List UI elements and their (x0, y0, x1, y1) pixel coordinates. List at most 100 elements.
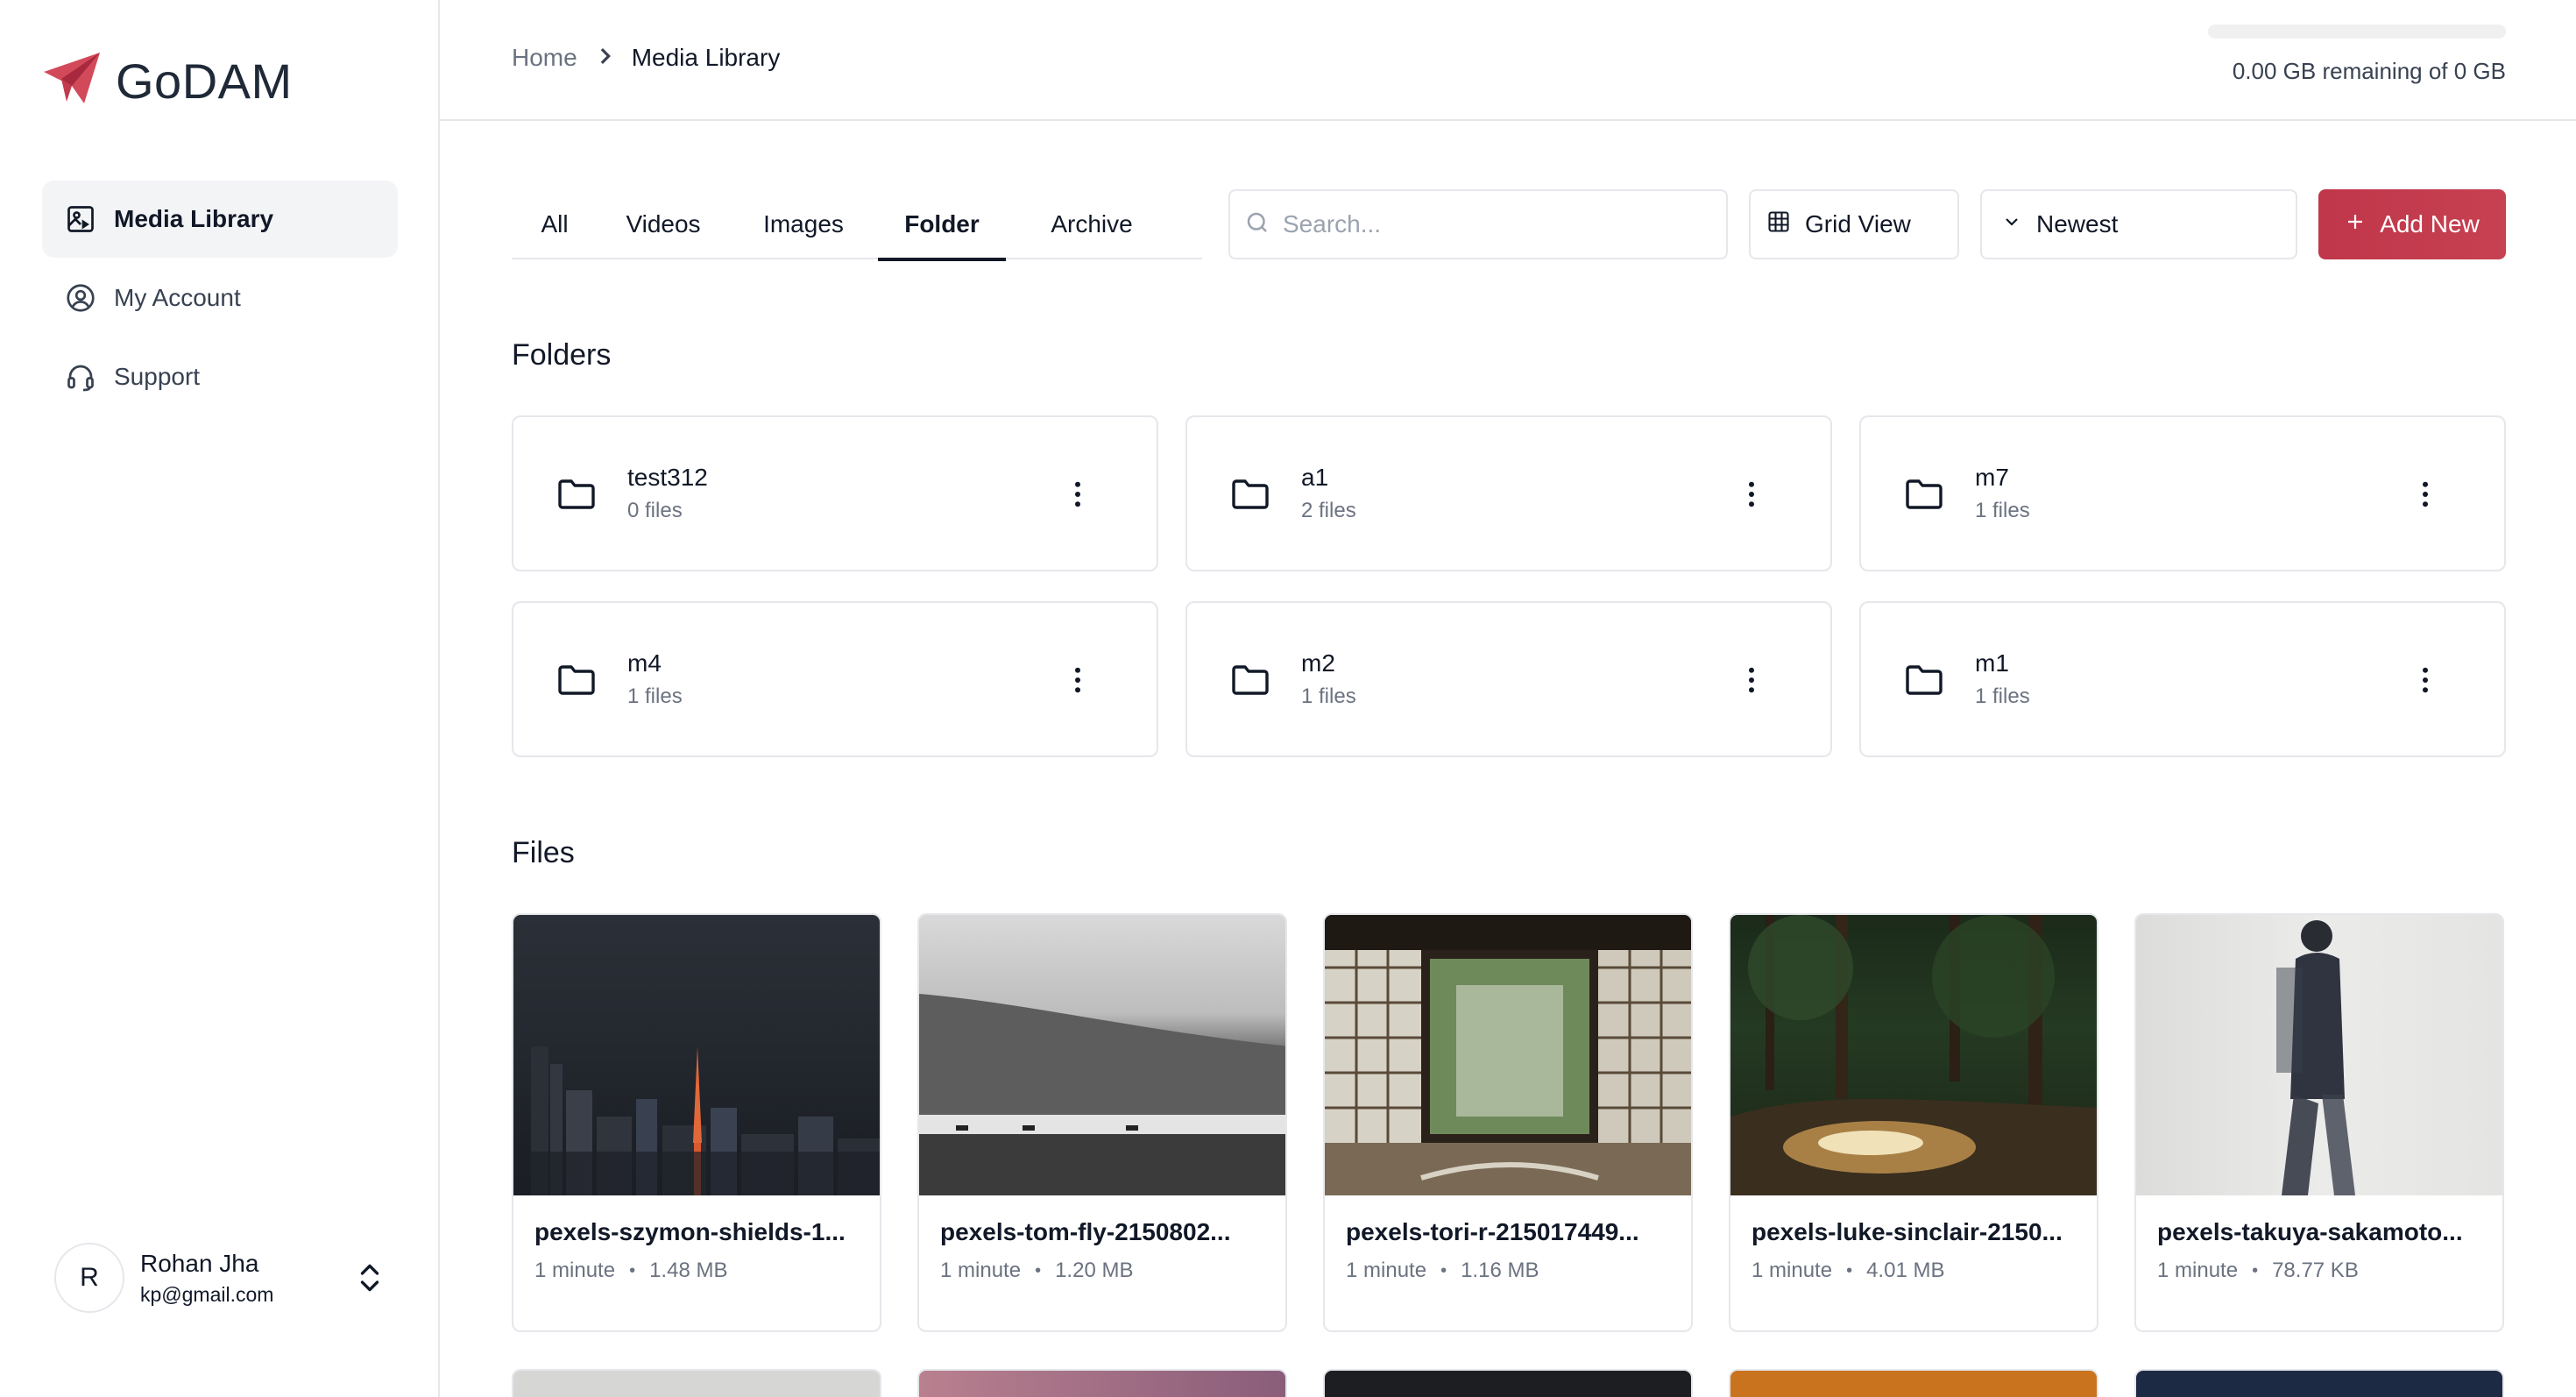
file-meta: 1 minute • 4.01 MB (1730, 1246, 2097, 1283)
user-circle-icon (63, 280, 98, 316)
folder-name: m4 (627, 649, 662, 677)
folder-file-count: 0 files (627, 499, 683, 522)
user-email: kp@gmail.com (140, 1282, 274, 1306)
file-card[interactable]: pexels-luke-sinclair-2150... 1 minute • … (1729, 913, 2098, 1332)
file-name: pexels-tori-r-215017449... (1346, 1218, 1639, 1245)
file-thumbnail (1730, 915, 2097, 1195)
separator-dot: • (1846, 1260, 1853, 1280)
search-input[interactable] (1283, 210, 1686, 238)
file-thumbnail (2136, 915, 2502, 1195)
logo-icon (44, 53, 100, 103)
folder-card[interactable]: m2 1 files (1185, 601, 1832, 757)
sidebar: GoDAM Media Library My Account Support R… (0, 0, 440, 1397)
separator-dot: • (2252, 1260, 2259, 1280)
folder-name: test312 (627, 464, 708, 491)
folder-name: m2 (1301, 649, 1335, 677)
file-meta: 1 minute • 1.16 MB (1325, 1246, 1691, 1283)
folder-info: m7 1 files (1975, 464, 2030, 523)
folder-info: a1 2 files (1301, 464, 1356, 523)
files-title: Files (512, 836, 575, 869)
tab-archive[interactable]: Archive (1006, 189, 1178, 259)
file-card[interactable] (2134, 1369, 2504, 1397)
sidebar-item-support[interactable]: Support (42, 338, 398, 415)
sidebar-item-media-library[interactable]: Media Library (42, 181, 398, 258)
file-age: 1 minute (1752, 1259, 1833, 1282)
user-menu[interactable]: R Rohan Jha kp@gmail.com (54, 1241, 387, 1315)
sidebar-item-my-account[interactable]: My Account (42, 259, 398, 337)
chevron-down-icon (2001, 210, 2022, 238)
chevron-right-icon (597, 44, 612, 72)
sort-select[interactable]: Newest (1980, 189, 2297, 259)
file-name: pexels-tom-fly-2150802... (940, 1218, 1231, 1245)
file-name: pexels-luke-sinclair-2150... (1752, 1218, 2063, 1245)
tab-videos[interactable]: Videos (598, 189, 729, 259)
folder-icon (1906, 479, 1943, 509)
top-header: Home Media Library 0.00 GB remaining of … (440, 0, 2576, 121)
file-meta: 1 minute • 1.20 MB (919, 1246, 1285, 1283)
search-box (1228, 189, 1728, 259)
file-age: 1 minute (1346, 1259, 1427, 1282)
more-vertical-icon[interactable] (1060, 477, 1095, 512)
search-icon (1244, 209, 1270, 240)
folder-file-count: 1 files (1975, 499, 2030, 522)
file-card[interactable] (512, 1369, 881, 1397)
file-card[interactable]: pexels-tom-fly-2150802... 1 minute • 1.2… (917, 913, 1287, 1332)
folder-name: m7 (1975, 464, 2009, 491)
tab-folder[interactable]: Folder (878, 189, 1006, 261)
folder-info: test312 0 files (627, 464, 708, 523)
folder-card[interactable]: test312 0 files (512, 415, 1158, 571)
storage-text: 0.00 GB remaining of 0 GB (2232, 58, 2506, 84)
folder-icon (558, 479, 595, 509)
file-card[interactable]: pexels-tori-r-215017449... 1 minute • 1.… (1323, 913, 1693, 1332)
file-age: 1 minute (940, 1259, 1022, 1282)
more-vertical-icon[interactable] (2408, 477, 2443, 512)
folder-name: m1 (1975, 649, 2009, 677)
sidebar-nav: Media Library My Account Support (42, 181, 398, 417)
view-toggle-label: Grid View (1805, 210, 1911, 238)
folder-file-count: 2 files (1301, 499, 1356, 522)
folder-icon (1232, 479, 1269, 509)
more-vertical-icon[interactable] (1060, 663, 1095, 698)
file-size: 1.20 MB (1055, 1259, 1134, 1282)
file-name: pexels-szymon-shields-1... (534, 1218, 846, 1245)
file-size: 1.16 MB (1461, 1259, 1539, 1282)
folders-title: Folders (512, 338, 612, 372)
file-card[interactable]: pexels-takuya-sakamoto... 1 minute • 78.… (2134, 913, 2504, 1332)
tab-all[interactable]: All (512, 189, 598, 259)
more-vertical-icon[interactable] (1734, 477, 1769, 512)
file-thumbnail (2136, 1371, 2502, 1397)
folder-file-count: 1 files (627, 684, 683, 708)
user-name: Rohan Jha (140, 1249, 259, 1277)
file-size: 4.01 MB (1866, 1259, 1945, 1282)
folder-card[interactable]: m7 1 files (1859, 415, 2506, 571)
folder-file-count: 1 files (1301, 684, 1356, 708)
folder-file-count: 1 files (1975, 684, 2030, 708)
tab-images[interactable]: Images (729, 189, 878, 259)
folder-card[interactable]: a1 2 files (1185, 415, 1832, 571)
app-logo[interactable]: GoDAM (40, 49, 293, 112)
file-card[interactable] (917, 1369, 1287, 1397)
folder-info: m1 1 files (1975, 649, 2030, 709)
chevron-up-down-icon[interactable] (352, 1260, 387, 1295)
breadcrumb-home[interactable]: Home (512, 44, 577, 72)
sort-label: Newest (2036, 210, 2119, 238)
file-thumbnail (919, 915, 1285, 1195)
file-size: 78.77 KB (2272, 1259, 2359, 1282)
file-size: 1.48 MB (649, 1259, 728, 1282)
avatar: R (54, 1243, 124, 1313)
folder-card[interactable]: m4 1 files (512, 601, 1158, 757)
folder-card[interactable]: m1 1 files (1859, 601, 2506, 757)
grid-icon (1766, 209, 1791, 240)
folder-name: a1 (1301, 464, 1329, 491)
file-card[interactable] (1323, 1369, 1693, 1397)
more-vertical-icon[interactable] (1734, 663, 1769, 698)
more-vertical-icon[interactable] (2408, 663, 2443, 698)
separator-dot: • (1035, 1260, 1042, 1280)
add-new-button[interactable]: Add New (2318, 189, 2506, 259)
file-card[interactable]: pexels-szymon-shields-1... 1 minute • 1.… (512, 913, 881, 1332)
file-name: pexels-takuya-sakamoto... (2157, 1218, 2463, 1245)
file-age: 1 minute (2157, 1259, 2239, 1282)
file-card[interactable] (1729, 1369, 2098, 1397)
view-toggle-button[interactable]: Grid View (1749, 189, 1959, 259)
separator-dot: • (629, 1260, 636, 1280)
